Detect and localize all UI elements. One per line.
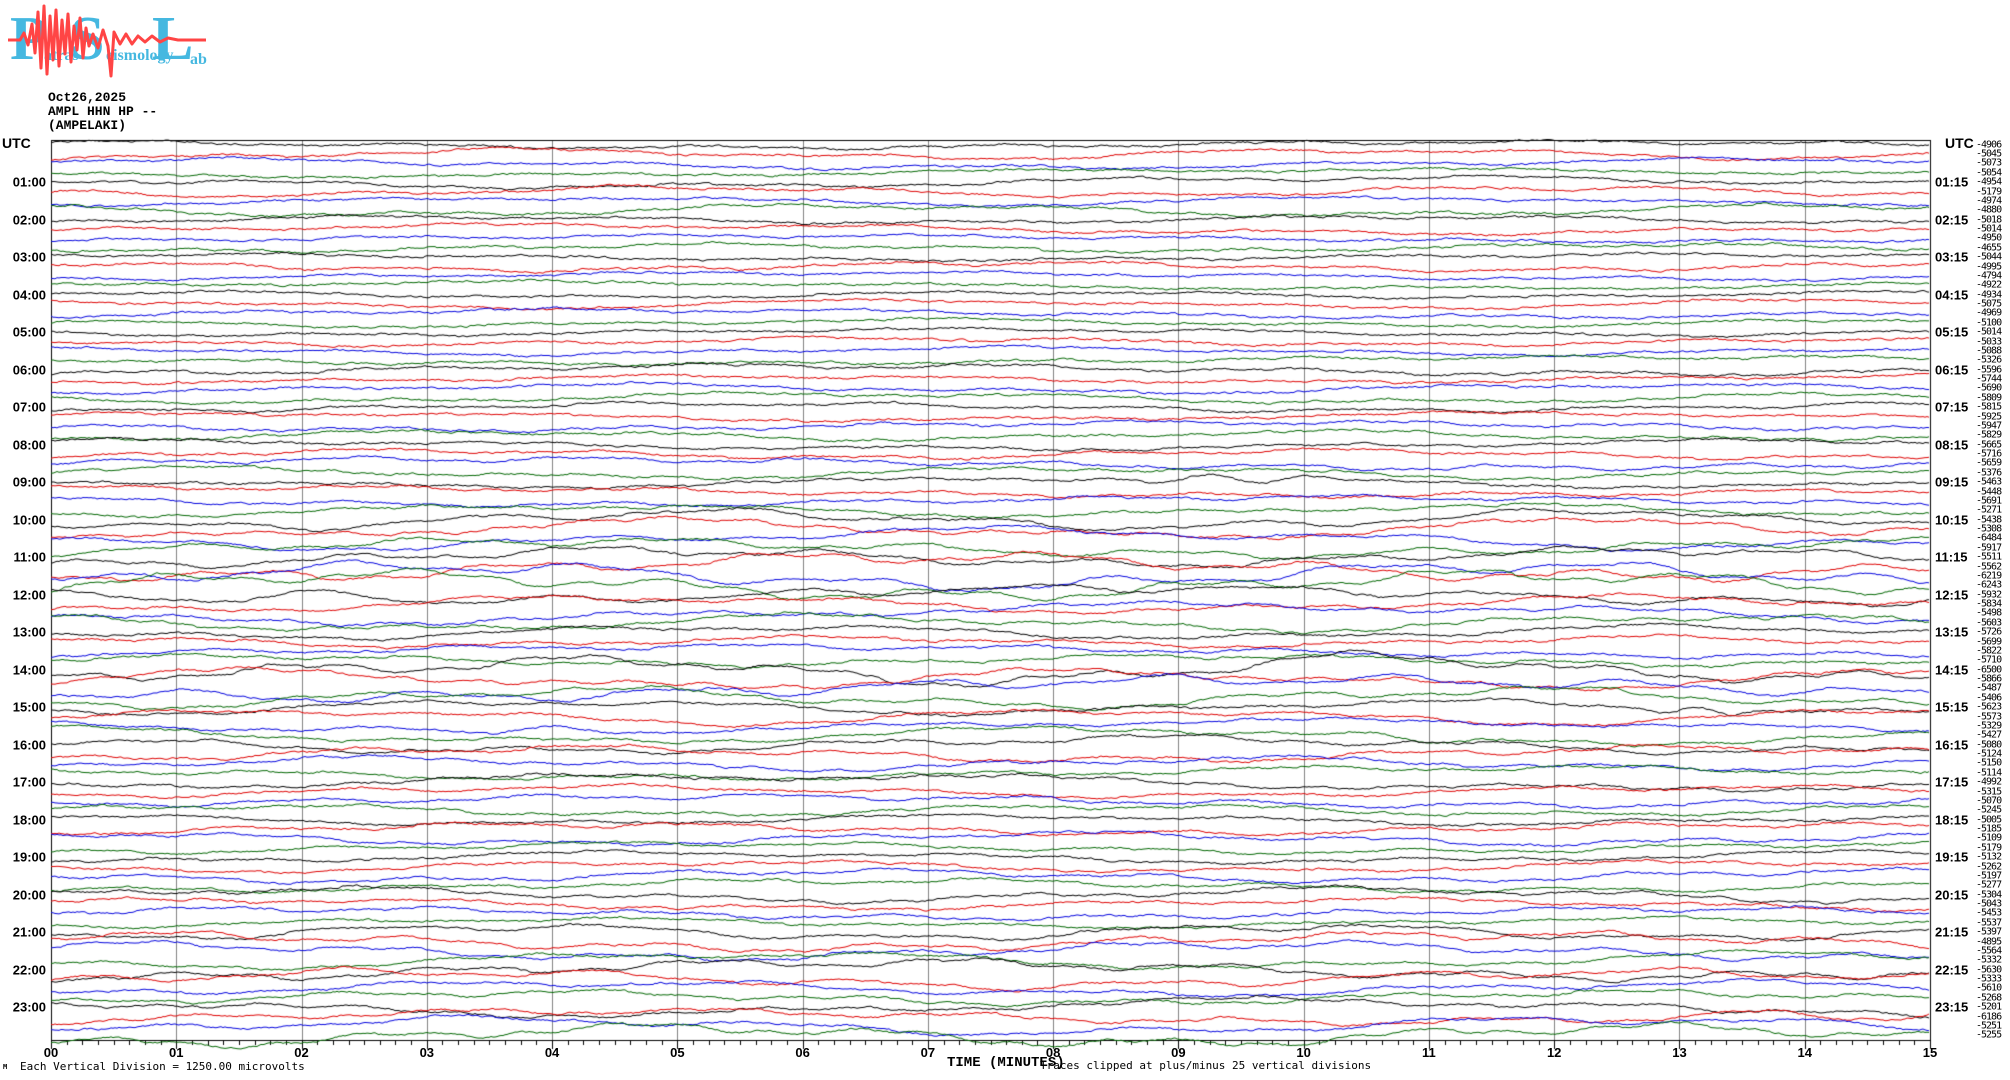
left-hour-label: 23:00 xyxy=(12,999,46,1015)
right-quarter-label: 13:15 xyxy=(1935,624,1969,640)
right-quarter-label: 09:15 xyxy=(1935,474,1969,490)
x-tick-label: 11 xyxy=(1422,1045,1436,1060)
right-quarter-label: 06:15 xyxy=(1935,362,1969,378)
right-quarter-label: 12:15 xyxy=(1935,587,1969,603)
x-tick-label: 07 xyxy=(920,1045,936,1060)
x-tick-label: 00 xyxy=(43,1045,59,1060)
left-hour-label: 16:00 xyxy=(12,737,46,753)
right-quarter-label: 22:15 xyxy=(1935,962,1969,978)
x-tick-label: 13 xyxy=(1672,1045,1687,1060)
x-tick-label: 09 xyxy=(1171,1045,1186,1060)
right-quarter-label: 03:15 xyxy=(1935,249,1969,265)
right-quarter-label: 02:15 xyxy=(1935,212,1969,228)
right-quarter-label: 18:15 xyxy=(1935,812,1969,828)
left-hour-label: 20:00 xyxy=(12,887,46,903)
right-quarter-label: 23:15 xyxy=(1935,999,1969,1015)
x-tick-label: 04 xyxy=(544,1045,560,1060)
left-hour-label: 18:00 xyxy=(12,812,46,828)
right-quarter-label: 20:15 xyxy=(1935,887,1969,903)
right-quarter-label: 14:15 xyxy=(1935,662,1969,678)
left-hour-label: 19:00 xyxy=(12,849,46,865)
left-hour-label: 01:00 xyxy=(12,174,46,190)
right-quarter-label: 21:15 xyxy=(1935,924,1969,940)
right-quarter-label: 01:15 xyxy=(1935,174,1969,190)
x-tick-label: 10 xyxy=(1296,1045,1311,1060)
right-quarter-label: 05:15 xyxy=(1935,324,1969,340)
left-hour-label: 12:00 xyxy=(12,587,46,603)
right-quarter-label: 11:15 xyxy=(1935,549,1968,565)
x-tick-label: 02 xyxy=(294,1045,309,1060)
left-hour-label: 14:00 xyxy=(12,662,46,678)
right-quarter-label: 16:15 xyxy=(1935,737,1969,753)
left-hour-label: 05:00 xyxy=(12,324,46,340)
right-quarter-label: 08:15 xyxy=(1935,437,1969,453)
left-hour-label: 02:00 xyxy=(12,212,46,228)
right-quarter-label: 15:15 xyxy=(1935,699,1969,715)
left-hour-label: 21:00 xyxy=(12,924,46,940)
x-tick-label: 03 xyxy=(419,1045,435,1060)
right-quarter-label: 17:15 xyxy=(1935,774,1969,790)
helicorder-page: P atras S eismology L ab Oct26,2025 AMPL… xyxy=(0,0,2010,1080)
left-hour-label: 22:00 xyxy=(12,962,46,978)
x-tick-label: 06 xyxy=(795,1045,810,1060)
x-tick-label: 14 xyxy=(1797,1045,1812,1060)
left-hour-label: 10:00 xyxy=(12,512,46,528)
right-quarter-label: 04:15 xyxy=(1935,287,1969,303)
left-hour-label: 03:00 xyxy=(12,249,46,265)
left-hour-label: 11:00 xyxy=(13,549,46,565)
seismogram-plot xyxy=(0,0,2010,1080)
right-quarter-label: 07:15 xyxy=(1935,399,1969,415)
left-hour-label: 08:00 xyxy=(12,437,46,453)
left-hour-label: 17:00 xyxy=(12,774,46,790)
left-hour-label: 06:00 xyxy=(12,362,46,378)
right-quarter-label: 19:15 xyxy=(1935,849,1969,865)
right-quarter-label: 10:15 xyxy=(1935,512,1969,528)
scale-note: Each Vertical Division = 1250.00 microvo… xyxy=(20,1060,305,1073)
footer-mark: M xyxy=(3,1063,8,1071)
left-hour-label: 09:00 xyxy=(12,474,46,490)
left-hour-label: 07:00 xyxy=(12,399,46,415)
x-tick-label: 15 xyxy=(1922,1045,1938,1060)
clip-note: Traces clipped at plus/minus 25 vertical… xyxy=(1040,1059,1372,1072)
trace-offset-value: -5255 xyxy=(1976,1029,2002,1041)
left-hour-label: 13:00 xyxy=(12,624,46,640)
x-tick-label: 12 xyxy=(1546,1045,1562,1060)
x-tick-label: 01 xyxy=(169,1045,184,1060)
left-hour-label: 04:00 xyxy=(12,287,46,303)
x-tick-label: 05 xyxy=(670,1045,685,1060)
left-hour-label: 15:00 xyxy=(12,699,46,715)
